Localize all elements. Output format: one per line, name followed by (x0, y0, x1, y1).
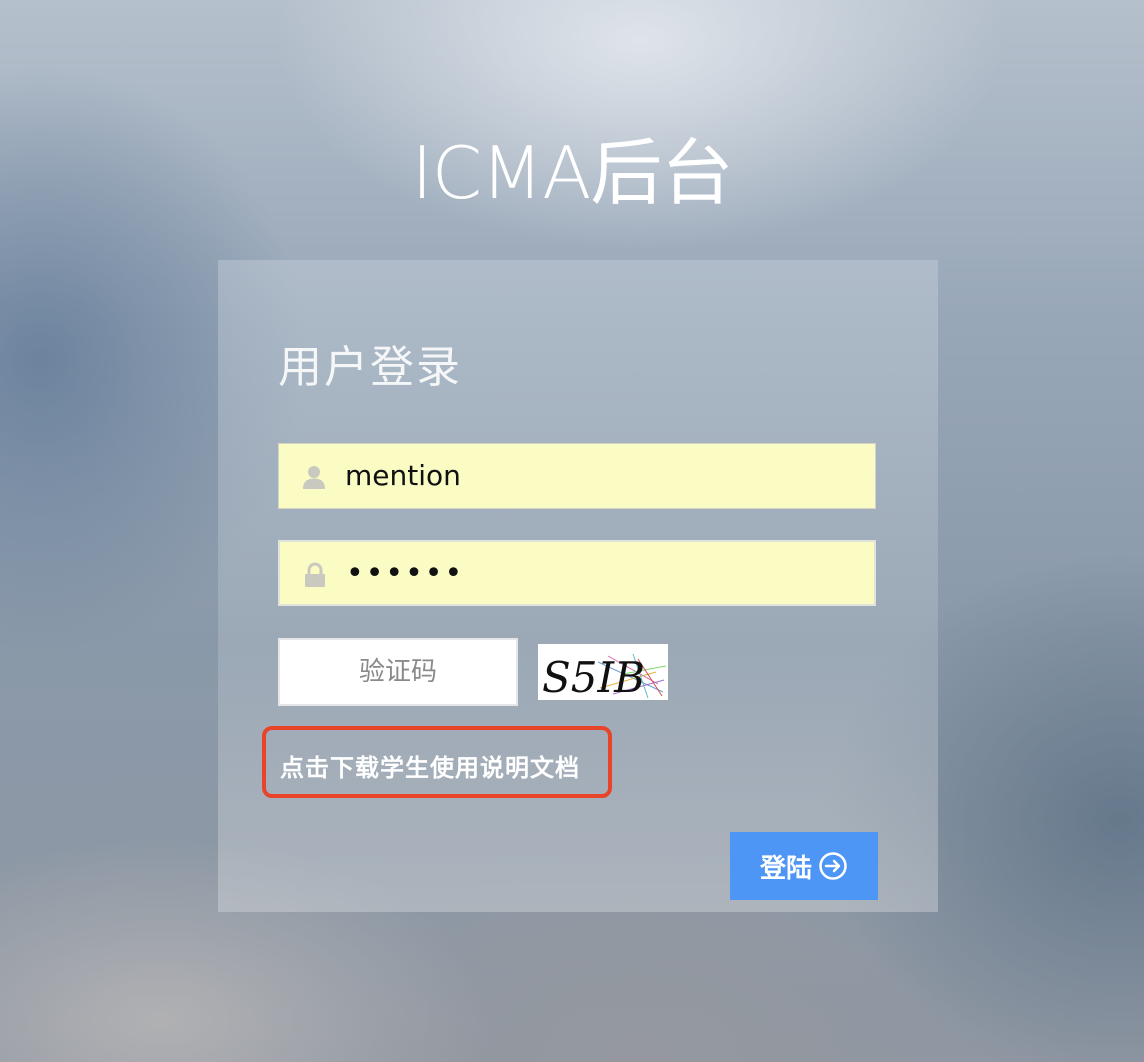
arrow-right-circle-icon (818, 851, 848, 881)
login-button[interactable]: 登陆 (730, 832, 878, 900)
site-title: ICMA后台 (411, 131, 734, 215)
username-field[interactable] (278, 443, 876, 509)
captcha-image[interactable]: S5IB (538, 644, 668, 700)
password-input[interactable] (346, 542, 856, 604)
captcha-field[interactable] (278, 638, 518, 706)
download-guide-link[interactable]: 点击下载学生使用说明文档 (280, 748, 580, 783)
username-input[interactable] (345, 444, 855, 506)
download-link-highlight: 点击下载学生使用说明文档 (262, 726, 612, 798)
login-heading: 用户登录 (278, 342, 462, 393)
captcha-text: S5IB (542, 653, 645, 700)
lock-icon (302, 562, 328, 588)
login-panel: 用户登录 S5IB (218, 260, 938, 912)
captcha-input[interactable] (280, 640, 516, 704)
password-field[interactable] (278, 540, 876, 606)
user-icon (301, 464, 327, 490)
login-button-label: 登陆 (759, 853, 812, 884)
